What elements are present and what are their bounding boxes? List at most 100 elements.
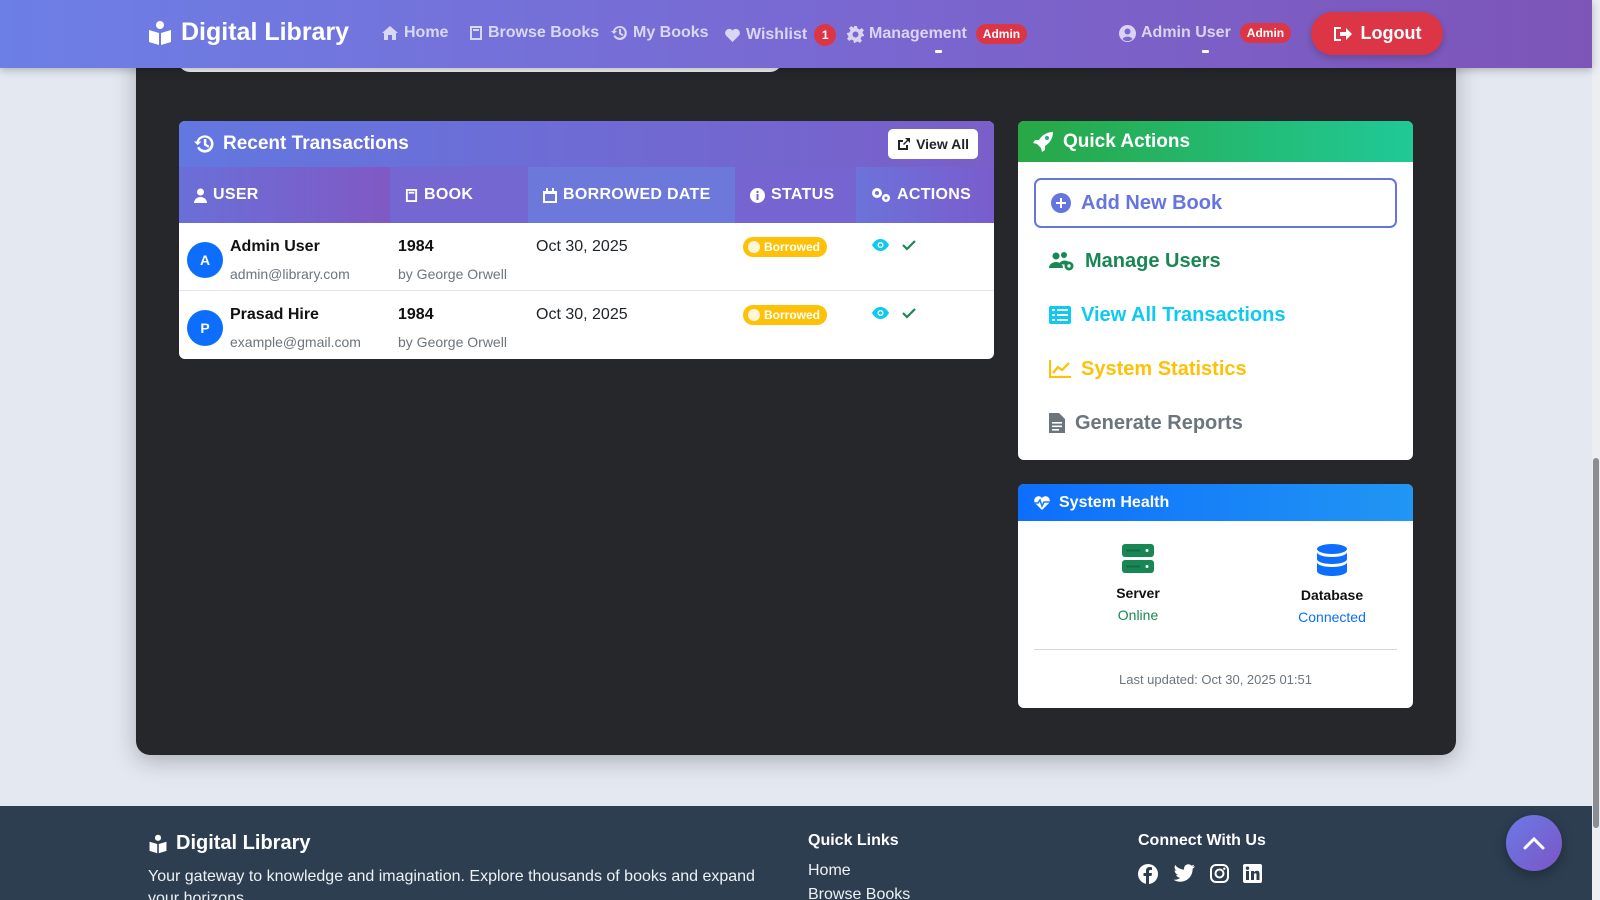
user-name: Prasad Hire — [230, 306, 319, 323]
book-author: by George Orwell — [398, 334, 507, 350]
recent-transactions-card: Recent Transactions View All USER BOOK B… — [179, 121, 994, 359]
col-book: BOOK — [390, 167, 528, 223]
status-label: Borrowed — [764, 240, 821, 254]
cell-book: 1984 by George Orwell — [390, 223, 528, 290]
view-eye-icon[interactable] — [872, 239, 889, 251]
cell-user: A Admin User admin@library.com — [179, 223, 390, 290]
cell-borrowed-date: Oct 30, 2025 — [528, 291, 735, 359]
management-caret-icon — [935, 50, 942, 53]
book-author: by George Orwell — [398, 266, 507, 282]
status-badge: Borrowed — [743, 305, 828, 325]
user-name: Admin User — [230, 238, 320, 255]
nav-my-books-label: My Books — [633, 24, 709, 41]
linkedin-icon[interactable] — [1243, 864, 1262, 883]
nav-management-dropdown[interactable]: Management Admin — [847, 24, 1028, 44]
generate-reports-button[interactable]: Generate Reports — [1034, 398, 1397, 448]
brand-logo[interactable]: Digital Library — [147, 18, 349, 47]
cell-user: P Prasad Hire example@gmail.com — [179, 291, 390, 359]
footer-brand: Digital Library — [148, 832, 310, 855]
footer-link-home[interactable]: Home — [808, 862, 851, 880]
heartbeat-icon — [1034, 495, 1050, 510]
twitter-icon[interactable] — [1173, 864, 1195, 882]
nav-wishlist[interactable]: Wishlist 1 — [724, 24, 837, 46]
info-circle-icon — [750, 187, 765, 203]
manage-users-label: Manage Users — [1085, 249, 1221, 272]
col-actions-label: ACTIONS — [897, 186, 972, 203]
avatar: P — [187, 310, 223, 346]
table-row: P Prasad Hire example@gmail.com 1984 by … — [179, 291, 994, 359]
footer-description: Your gateway to knowledge and imaginatio… — [148, 868, 755, 900]
add-new-book-label: Add New Book — [1081, 191, 1223, 214]
cell-status: Borrowed — [735, 223, 856, 290]
user-caret-icon — [1202, 50, 1209, 53]
last-updated-text: Last updated: Oct 30, 2025 01:51 — [1119, 672, 1312, 687]
recent-transactions-title: Recent Transactions — [223, 133, 409, 154]
manage-users-button[interactable]: Manage Users — [1034, 236, 1397, 286]
nav-browse-books[interactable]: Browse Books — [469, 24, 599, 42]
view-eye-icon[interactable] — [872, 307, 889, 319]
user-circle-icon — [1119, 24, 1136, 42]
instagram-icon[interactable] — [1210, 864, 1229, 883]
col-actions: ACTIONS — [856, 167, 994, 223]
plus-circle-icon — [1051, 193, 1071, 213]
col-status-label: STATUS — [771, 186, 835, 203]
transactions-table-header: USER BOOK BORROWED DATE STATUS ACTIONS — [179, 167, 994, 223]
scrollbar-thumb[interactable] — [1593, 458, 1599, 828]
top-navbar: Digital Library Home Browse Books My Boo… — [0, 0, 1592, 68]
facebook-icon[interactable] — [1138, 864, 1158, 884]
nav-browse-books-label: Browse Books — [488, 24, 600, 41]
brand-name: Digital Library — [181, 18, 350, 46]
gears-icon — [872, 188, 890, 202]
cell-status: Borrowed — [735, 291, 856, 359]
server-value: Online — [1117, 607, 1159, 623]
system-health-header: System Health — [1018, 484, 1413, 521]
list-icon — [1049, 306, 1071, 324]
chevron-up-icon — [1523, 836, 1545, 850]
quick-actions-title: Quick Actions — [1063, 130, 1191, 152]
cell-book: 1984 by George Orwell — [390, 291, 528, 359]
return-check-icon[interactable] — [902, 239, 916, 251]
server-status: Server Online — [1068, 544, 1208, 623]
database-status: Database Connected — [1262, 544, 1402, 625]
chart-line-icon — [1049, 360, 1071, 378]
nav-my-books[interactable]: My Books — [611, 24, 709, 42]
quick-actions-card: Quick Actions Add New Book Manage Users … — [1018, 121, 1413, 460]
col-status: STATUS — [735, 167, 856, 223]
nav-wishlist-label: Wishlist — [746, 26, 808, 43]
status-label: Borrowed — [764, 308, 821, 322]
user-email: example@gmail.com — [230, 334, 361, 350]
book-title: 1984 — [398, 306, 434, 323]
external-link-icon — [898, 138, 911, 150]
nav-management-label: Management — [869, 25, 967, 42]
system-statistics-label: System Statistics — [1081, 357, 1247, 380]
server-label: Server — [1116, 585, 1160, 601]
view-all-transactions-button[interactable]: View All Transactions — [1034, 290, 1397, 340]
quick-actions-header: Quick Actions — [1018, 121, 1413, 162]
user-icon — [194, 188, 207, 203]
system-health-card: System Health Server Online Database Con… — [1018, 484, 1413, 708]
gear-icon — [847, 25, 864, 43]
nav-home[interactable]: Home — [381, 24, 448, 42]
quick-links-heading: Quick Links — [808, 832, 899, 849]
database-value: Connected — [1298, 609, 1366, 625]
return-check-icon[interactable] — [902, 307, 916, 319]
logout-label: Logout — [1360, 23, 1422, 43]
back-to-top-button[interactable] — [1506, 815, 1562, 871]
system-statistics-button[interactable]: System Statistics — [1034, 344, 1397, 394]
users-gear-icon — [1049, 252, 1074, 271]
system-health-title: System Health — [1059, 493, 1170, 511]
borrowed-date: Oct 30, 2025 — [536, 306, 628, 323]
sign-out-icon — [1333, 26, 1352, 41]
cell-borrowed-date: Oct 30, 2025 — [528, 223, 735, 290]
view-all-button[interactable]: View All — [888, 129, 978, 159]
home-icon — [382, 26, 398, 40]
divider — [1034, 649, 1397, 650]
table-row: A Admin User admin@library.com 1984 by G… — [179, 223, 994, 291]
database-label: Database — [1300, 587, 1364, 603]
user-menu-dropdown[interactable]: Admin User Admin — [1119, 23, 1292, 43]
logout-button[interactable]: Logout — [1311, 12, 1443, 55]
add-new-book-button[interactable]: Add New Book — [1034, 178, 1397, 228]
cell-actions — [856, 291, 994, 359]
footer-link-browse-books[interactable]: Browse Books — [808, 886, 910, 900]
book-reader-icon — [149, 834, 167, 853]
